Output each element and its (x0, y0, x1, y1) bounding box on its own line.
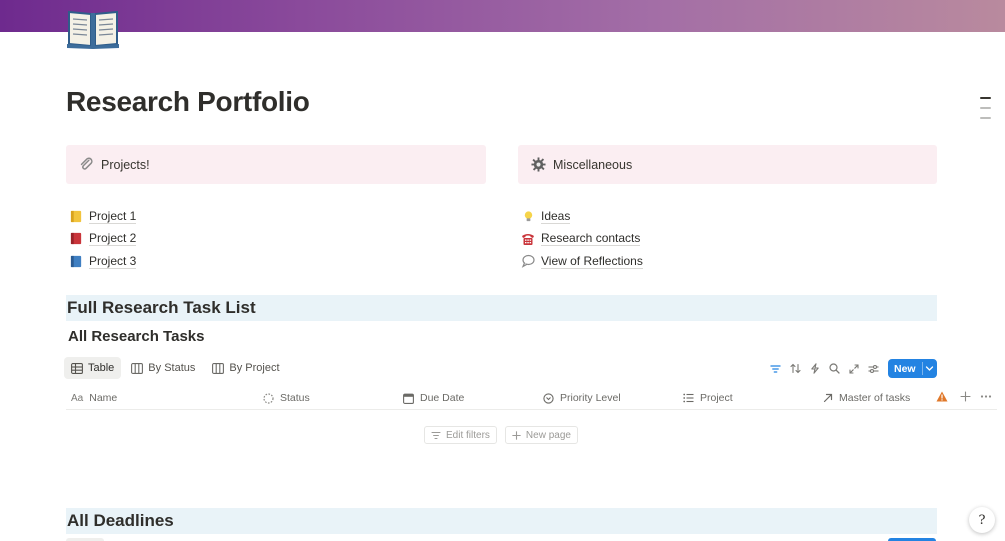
plus-icon (512, 430, 521, 440)
new-button[interactable]: New (888, 359, 937, 378)
link-label: Ideas (541, 208, 571, 224)
column-header-project[interactable]: Project (683, 392, 733, 404)
lightbulb-icon (521, 209, 535, 223)
section-heading-all-deadlines[interactable]: All Deadlines (66, 508, 937, 534)
lightning-icon[interactable] (805, 360, 825, 378)
view-tab-table[interactable]: Table (64, 357, 122, 379)
toc-line (980, 97, 991, 99)
view-tab-label: By Status (148, 362, 196, 374)
column-header-due-date[interactable]: Due Date (403, 392, 464, 404)
help-button-label: ? (978, 512, 986, 528)
paperclip-icon (78, 157, 94, 173)
column-header-name[interactable]: Aa Name (71, 392, 117, 404)
page-cover (0, 0, 1005, 32)
view-tab-by-project[interactable]: By Project (205, 357, 286, 379)
link-label: Project 3 (89, 253, 137, 269)
relation-arrow-icon (823, 393, 833, 403)
column-header-label: Due Date (420, 392, 465, 404)
link-label: View of Reflections (541, 253, 643, 269)
project-link-list: Project 1 Project 2 Project 3 (69, 205, 137, 273)
status-dashed-circle-icon (263, 392, 274, 404)
text-aa-icon: Aa (71, 392, 84, 404)
callout-projects[interactable]: Projects! (66, 145, 486, 184)
open-book-icon[interactable] (66, 4, 120, 50)
link-project-1[interactable]: Project 1 (69, 205, 137, 228)
add-column-plus-icon[interactable] (960, 391, 977, 402)
page-title[interactable]: Research Portfolio (66, 86, 310, 118)
view-tab-label: Table (88, 362, 115, 374)
speech-bubble-icon (521, 254, 535, 269)
table-icon (71, 362, 83, 374)
link-label: Research contacts (541, 231, 641, 247)
link-project-2[interactable]: Project 2 (69, 228, 137, 251)
database-title[interactable]: All Research Tasks (68, 328, 204, 345)
toc-line (980, 107, 991, 109)
section-heading-full-task-list[interactable]: Full Research Task List (66, 295, 937, 321)
edit-filters-label: Edit filters (446, 429, 490, 441)
column-header-status[interactable]: Status (263, 392, 310, 404)
link-project-3[interactable]: Project 3 (69, 250, 137, 273)
link-view-of-reflections[interactable]: View of Reflections (521, 250, 643, 273)
button-divider (922, 362, 923, 375)
yellow-book-icon (69, 209, 83, 223)
filter-icon (431, 431, 441, 439)
search-icon[interactable] (825, 360, 845, 378)
column-header-priority-level[interactable]: Priority Level (543, 392, 621, 404)
column-header-label: Status (280, 392, 310, 404)
misc-link-list: Ideas Research contacts View of Reflecti… (521, 205, 643, 273)
column-header-label: Priority Level (560, 392, 621, 404)
new-page-button[interactable]: New page (504, 426, 578, 444)
select-circle-icon (543, 392, 554, 404)
edit-filters-button[interactable]: Edit filters (424, 426, 497, 444)
toc-line (980, 117, 991, 119)
database-toolbar: New (766, 359, 937, 378)
column-header-master-of-tasks[interactable]: Master of tasks (823, 392, 910, 404)
blue-book-icon (69, 254, 83, 268)
empty-state-actions: Edit filters New page (424, 426, 586, 444)
gear-icon (530, 157, 546, 173)
board-icon (212, 362, 225, 374)
telephone-icon (521, 232, 535, 246)
red-book-icon (69, 232, 83, 246)
more-options-icon[interactable] (980, 391, 998, 402)
link-ideas[interactable]: Ideas (521, 205, 643, 228)
chevron-down-icon[interactable] (925, 364, 934, 376)
column-header-label: Name (89, 392, 118, 404)
view-tab-label: By Project (229, 362, 280, 374)
new-button-label: New (894, 362, 916, 375)
settings-sliders-icon[interactable] (864, 360, 884, 378)
table-header-row: Aa Name Status Due Date Priority Level P… (66, 388, 997, 410)
table-of-contents-indicator[interactable] (980, 97, 991, 127)
warning-icon[interactable] (936, 391, 954, 402)
column-header-label: Master of tasks (839, 392, 911, 404)
link-label: Project 1 (89, 208, 137, 224)
callout-miscellaneous[interactable]: Miscellaneous (518, 145, 937, 184)
new-page-label: New page (525, 429, 571, 441)
column-header-label: Project (700, 392, 733, 404)
sort-icon[interactable] (786, 360, 806, 378)
calendar-icon (403, 393, 414, 404)
database-view-tabs: Table By Status By Project (64, 357, 290, 379)
board-icon (131, 362, 144, 374)
link-research-contacts[interactable]: Research contacts (521, 228, 643, 251)
help-button[interactable]: ? (969, 507, 995, 533)
callout-label: Miscellaneous (553, 157, 633, 172)
filter-icon[interactable] (766, 360, 786, 378)
link-label: Project 2 (89, 231, 137, 247)
callout-label: Projects! (101, 157, 150, 172)
view-tab-by-status[interactable]: By Status (124, 357, 202, 379)
expand-icon[interactable] (844, 360, 864, 378)
list-icon (683, 393, 694, 403)
